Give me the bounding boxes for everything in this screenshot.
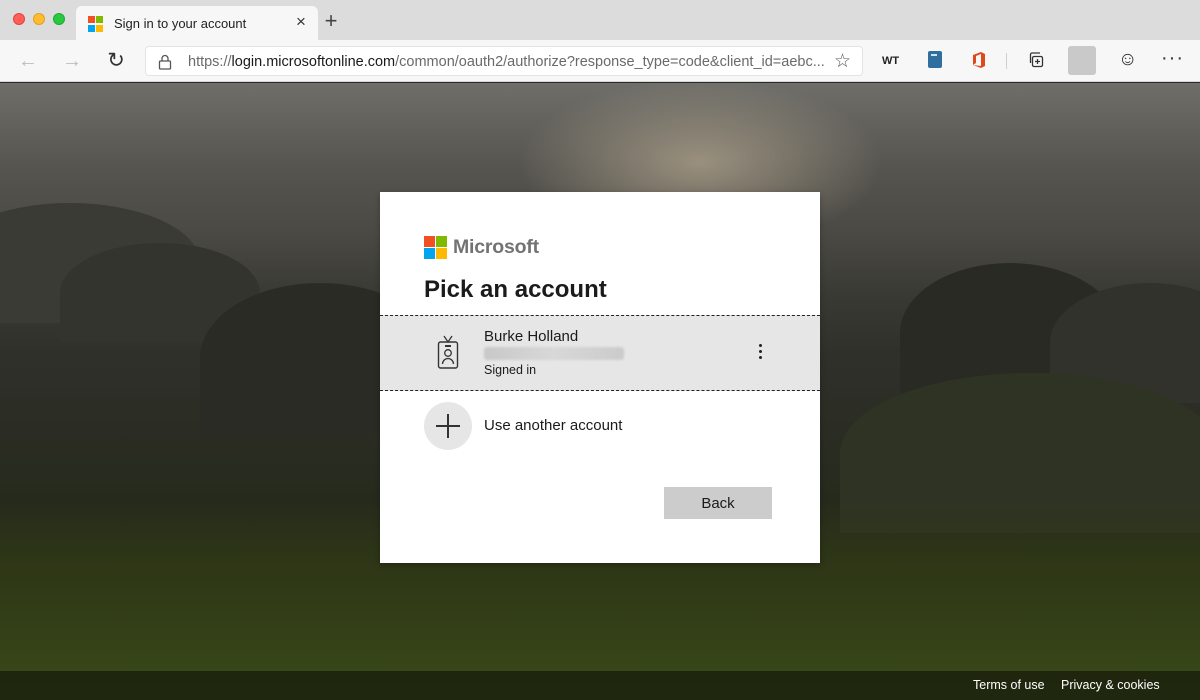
maximize-window-button[interactable]: [53, 13, 65, 25]
sign-in-dialog: Microsoft Pick an account Burke Holland …: [380, 192, 820, 563]
page-title: Pick an account: [424, 276, 607, 303]
account-tile[interactable]: Burke Holland Signed in: [380, 315, 820, 391]
refresh-icon[interactable]: ↻: [104, 49, 128, 73]
microsoft-logo-icon: [424, 236, 447, 259]
back-icon[interactable]: ←: [16, 49, 40, 73]
lock-icon: [158, 54, 172, 70]
tab-title: Sign in to your account: [114, 16, 247, 31]
browser-toolbar: ← → ↻ https://login.microsoftonline.com/…: [0, 40, 1200, 82]
account-email-redacted: [484, 347, 624, 360]
microsoft-wordmark: Microsoft: [453, 236, 539, 258]
id-badge-icon: [437, 335, 459, 369]
new-tab-button[interactable]: +: [320, 10, 342, 32]
use-another-account-link[interactable]: Use another account: [484, 417, 622, 434]
active-tab[interactable]: Sign in to your account ×: [76, 6, 318, 40]
forward-icon[interactable]: →: [60, 49, 84, 73]
account-options-icon[interactable]: [752, 342, 768, 366]
collections-icon[interactable]: [1029, 51, 1045, 69]
tab-close-icon[interactable]: ×: [292, 12, 310, 32]
microsoft-favicon-icon: [88, 16, 104, 32]
emoji-icon[interactable]: ☺: [1118, 49, 1137, 71]
account-status: Signed in: [484, 363, 537, 377]
book-icon[interactable]: [928, 51, 942, 68]
wt-extension-button[interactable]: WT: [882, 55, 899, 75]
more-icon[interactable]: ···: [1161, 47, 1184, 70]
address-bar[interactable]: https://login.microsoftonline.com/common…: [145, 46, 863, 76]
office-icon[interactable]: [971, 51, 987, 69]
profile-avatar[interactable]: [1068, 46, 1096, 75]
back-button[interactable]: Back: [664, 487, 772, 519]
page-footer: Terms of use Privacy & cookies: [0, 671, 1200, 700]
terms-of-use-link[interactable]: Terms of use: [973, 678, 1045, 692]
tab-strip: Sign in to your account × +: [0, 0, 1200, 40]
url-text: https://login.microsoftonline.com/common…: [188, 54, 825, 70]
close-window-button[interactable]: [13, 13, 25, 25]
account-name: Burke Holland: [484, 328, 579, 345]
privacy-cookies-link[interactable]: Privacy & cookies: [1061, 678, 1160, 692]
star-icon[interactable]: ☆: [834, 50, 851, 73]
add-icon[interactable]: [424, 402, 472, 450]
toolbar-divider: [1006, 53, 1007, 69]
minimize-window-button[interactable]: [33, 13, 45, 25]
